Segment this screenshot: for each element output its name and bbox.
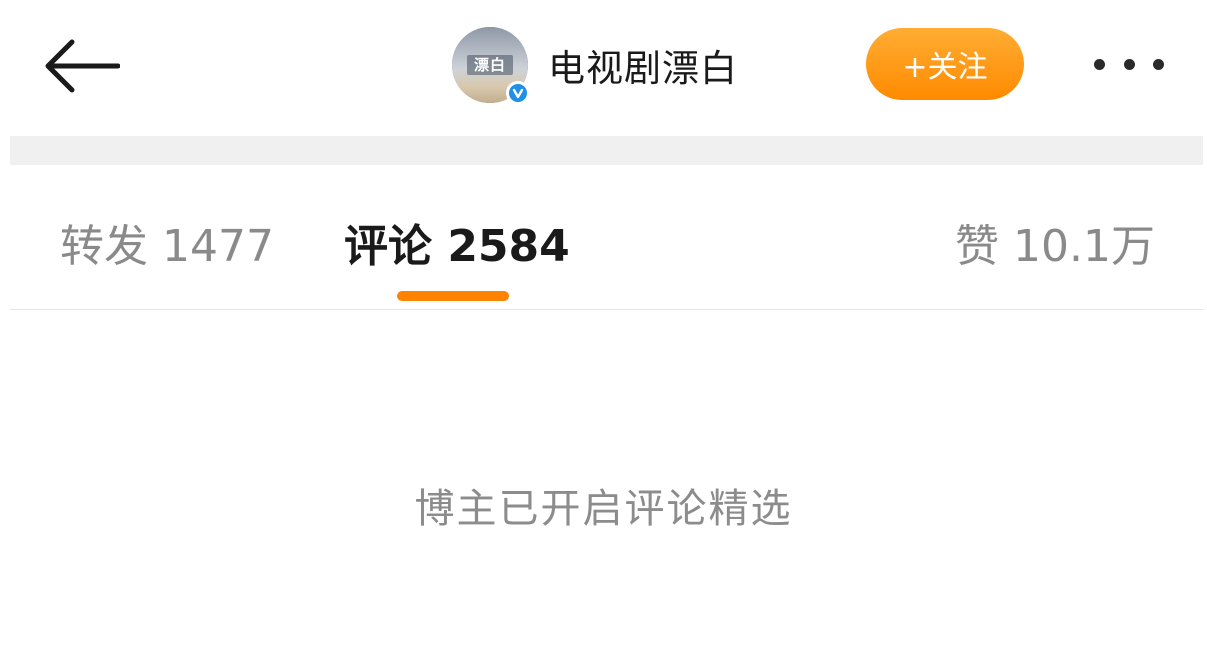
tab-reposts[interactable]: 转发 1477 xyxy=(60,210,274,274)
verified-badge-icon xyxy=(506,81,530,105)
more-dot xyxy=(1094,58,1105,70)
avatar[interactable]: 漂白 xyxy=(452,27,530,105)
more-icon[interactable] xyxy=(1086,44,1172,84)
follow-button[interactable]: +关注 xyxy=(866,28,1024,100)
account-info[interactable]: 漂白 电视剧漂白 xyxy=(452,24,738,106)
back-button[interactable] xyxy=(40,36,124,96)
tab-likes[interactable]: 赞 10.1万 xyxy=(955,210,1155,274)
interaction-tabs: 转发 1477 评论 2584 赞 10.1万 xyxy=(0,165,1207,310)
more-dot xyxy=(1123,58,1135,70)
account-name[interactable]: 电视剧漂白 xyxy=(548,38,738,92)
tabs-divider xyxy=(10,309,1203,310)
tab-comments[interactable]: 评论 2584 xyxy=(344,210,570,274)
more-dot xyxy=(1153,58,1164,70)
comment-selection-notice: 博主已开启评论精选 xyxy=(414,486,793,532)
back-arrow-icon xyxy=(45,39,120,93)
top-bar: 漂白 电视剧漂白 +关注 xyxy=(0,0,1207,130)
avatar-logo-text: 漂白 xyxy=(467,55,513,75)
active-tab-indicator xyxy=(397,291,509,301)
section-divider xyxy=(10,136,1203,165)
weibo-comments-page: 漂白 电视剧漂白 +关注 转发 1477 评论 2584 赞 10.1万 博主已… xyxy=(0,0,1207,649)
